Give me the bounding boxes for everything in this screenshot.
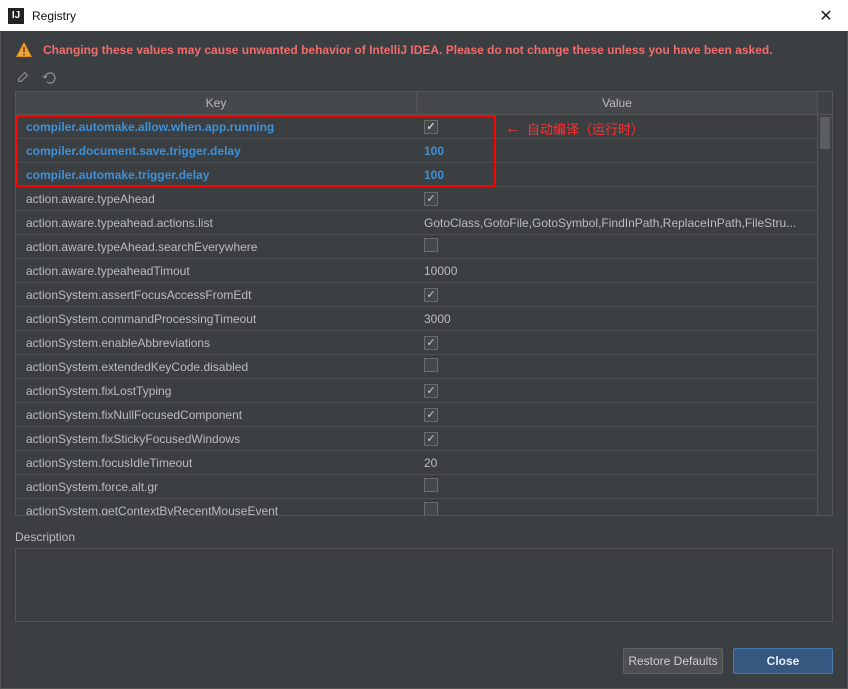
checkbox[interactable] [424,478,438,492]
row-value[interactable] [416,287,832,303]
checkbox[interactable] [424,288,438,302]
table-row[interactable]: action.aware.typeaheadTimout10000 [16,259,832,283]
checkbox[interactable] [424,358,438,372]
warning-icon [15,41,33,59]
table-row[interactable]: action.aware.typeAhead [16,187,832,211]
table-row[interactable]: compiler.automake.allow.when.app.running [16,115,832,139]
scrollbar-header-spacer [817,92,832,114]
row-key: actionSystem.force.alt.gr [16,480,416,494]
row-key: action.aware.typeAhead [16,192,416,206]
button-bar: Restore Defaults Close [1,634,847,688]
window-title: Registry [32,9,812,23]
row-key: action.aware.typeahead.actions.list [16,216,416,230]
arrow-icon: ← [505,121,521,137]
titlebar: IJ Registry ✕ [0,0,848,32]
row-key: actionSystem.fixNullFocusedComponent [16,408,416,422]
table-row[interactable]: actionSystem.enableAbbreviations [16,331,832,355]
row-key: compiler.automake.trigger.delay [16,168,416,182]
row-value[interactable] [416,335,832,351]
row-key: compiler.document.save.trigger.delay [16,144,416,158]
checkbox[interactable] [424,408,438,422]
column-value[interactable]: Value [417,92,817,114]
table-header: Key Value [15,91,833,115]
table-row[interactable]: actionSystem.focusIdleTimeout20 [16,451,832,475]
row-key: actionSystem.fixStickyFocusedWindows [16,432,416,446]
checkbox[interactable] [424,336,438,350]
row-value[interactable]: GotoClass,GotoFile,GotoSymbol,FindInPath… [416,216,832,230]
row-value[interactable]: 3000 [416,312,832,326]
undo-icon[interactable] [41,69,57,85]
table-rows: compiler.automake.allow.when.app.running… [15,115,833,516]
row-value[interactable] [416,478,832,495]
row-value[interactable] [416,238,832,255]
row-key: actionSystem.extendedKeyCode.disabled [16,360,416,374]
row-value[interactable] [416,431,832,447]
table-row[interactable]: actionSystem.fixStickyFocusedWindows [16,427,832,451]
checkbox[interactable] [424,384,438,398]
scroll-thumb[interactable] [820,117,830,149]
row-key: action.aware.typeAhead.searchEverywhere [16,240,416,254]
row-key: action.aware.typeaheadTimout [16,264,416,278]
row-key: actionSystem.commandProcessingTimeout [16,312,416,326]
row-value[interactable] [416,383,832,399]
row-key: actionSystem.enableAbbreviations [16,336,416,350]
warning-row: Changing these values may cause unwanted… [1,31,847,67]
table-row[interactable]: compiler.automake.trigger.delay100 [16,163,832,187]
registry-table: Key Value compiler.automake.allow.when.a… [15,91,833,516]
annotation-text: 自动编译（运行时） [527,119,644,138]
row-value[interactable] [416,358,832,375]
table-row[interactable]: actionSystem.getContextByRecentMouseEven… [16,499,832,516]
row-value[interactable]: 10000 [416,264,832,278]
table-row[interactable]: action.aware.typeAhead.searchEverywhere [16,235,832,259]
checkbox[interactable] [424,192,438,206]
table-row[interactable]: actionSystem.commandProcessingTimeout300… [16,307,832,331]
row-key: actionSystem.assertFocusAccessFromEdt [16,288,416,302]
row-key: actionSystem.focusIdleTimeout [16,456,416,470]
row-value[interactable]: 100 [416,144,832,158]
table-row[interactable]: actionSystem.assertFocusAccessFromEdt [16,283,832,307]
toolbar [1,67,847,91]
vertical-scrollbar[interactable] [817,115,832,515]
close-icon[interactable]: ✕ [812,2,840,30]
app-icon: IJ [8,8,24,24]
table-row[interactable]: actionSystem.fixNullFocusedComponent [16,403,832,427]
table-row[interactable]: actionSystem.extendedKeyCode.disabled [16,355,832,379]
table-row[interactable]: actionSystem.fixLostTyping [16,379,832,403]
description-box [15,548,833,622]
table-row[interactable]: actionSystem.force.alt.gr [16,475,832,499]
row-value[interactable] [416,407,832,423]
row-value[interactable] [416,191,832,207]
table-row[interactable]: compiler.document.save.trigger.delay100 [16,139,832,163]
row-value[interactable]: 20 [416,456,832,470]
dialog-body: Changing these values may cause unwanted… [0,31,848,689]
checkbox[interactable] [424,120,438,134]
checkbox[interactable] [424,502,438,516]
restore-defaults-button[interactable]: Restore Defaults [623,648,723,674]
row-value[interactable]: 100 [416,168,832,182]
checkbox[interactable] [424,432,438,446]
close-button[interactable]: Close [733,648,833,674]
checkbox[interactable] [424,238,438,252]
table-row[interactable]: action.aware.typeahead.actions.listGotoC… [16,211,832,235]
row-key: compiler.automake.allow.when.app.running [16,120,416,134]
row-key: actionSystem.getContextByRecentMouseEven… [16,504,416,517]
annotation: ← 自动编译（运行时） [505,119,644,138]
column-key[interactable]: Key [16,92,417,114]
row-value[interactable] [416,502,832,516]
row-key: actionSystem.fixLostTyping [16,384,416,398]
warning-text: Changing these values may cause unwanted… [43,43,773,57]
edit-icon[interactable] [15,69,31,85]
description-label: Description [15,530,833,544]
